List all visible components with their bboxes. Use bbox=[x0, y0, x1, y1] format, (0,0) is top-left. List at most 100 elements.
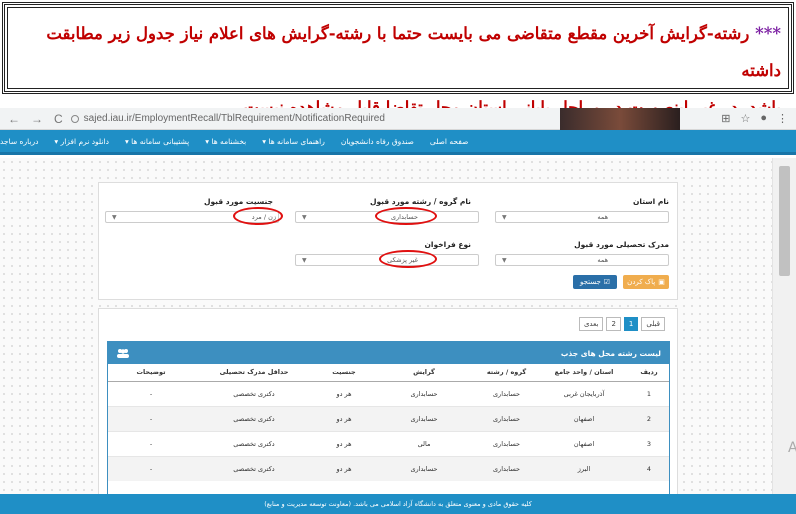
users-icon bbox=[116, 348, 130, 358]
table-row[interactable]: 4 البرز حسابداری حسابداری هر دو دکتری تخ… bbox=[108, 455, 669, 481]
results-panel: لیست رشته محل های جذب ردیف استان / واحد … bbox=[107, 341, 670, 511]
cell-row: 4 bbox=[629, 455, 669, 481]
province-label: نام استان bbox=[633, 197, 669, 206]
col-row: ردیف bbox=[629, 364, 669, 382]
menu-item-welfare[interactable]: صندوق رفاه دانشجویان bbox=[341, 137, 414, 146]
side-watermark: A bbox=[788, 440, 796, 456]
results-table: ردیف استان / واحد جامع گروه / رشته گرایش… bbox=[108, 364, 669, 481]
main-menu: صفحه اصلی صندوق رفاه دانشجویان راهنمای س… bbox=[0, 130, 796, 155]
cell-notes: - bbox=[108, 430, 194, 456]
forward-icon[interactable]: → bbox=[31, 112, 43, 126]
star-icon[interactable]: ☆ bbox=[740, 112, 750, 125]
cell-group: حسابداری bbox=[474, 405, 539, 431]
gender-select[interactable]: زن / مرد ▼ bbox=[105, 211, 279, 223]
gender-value: زن / مرد bbox=[251, 213, 276, 221]
page-content: نام استان همه ▼ نام گروه / رشته مورد قبو… bbox=[0, 158, 772, 511]
chevron-down-icon: ▼ bbox=[112, 213, 117, 221]
cell-row: 1 bbox=[629, 380, 669, 406]
menu-item-support[interactable]: پشتیبانی سامانه ها ▾ bbox=[125, 137, 189, 146]
chevron-down-icon: ▼ bbox=[302, 213, 307, 221]
col-province: استان / واحد جامع bbox=[539, 364, 629, 382]
cell-min-degree: دکتری تخصصی bbox=[194, 405, 314, 431]
instruction-note: *** رشته-گرایش آخرین مقطع متقاضی می بایس… bbox=[2, 2, 794, 117]
translate-icon[interactable]: ⊞ bbox=[721, 112, 730, 125]
group-label: نام گروه / رشته مورد قبول bbox=[369, 197, 471, 206]
pager-prev[interactable]: قبلی bbox=[641, 317, 665, 331]
results-container: قبلی 1 2 بعدی لیست رشته محل های جذب ردیف bbox=[98, 308, 678, 511]
cell-notes: - bbox=[108, 405, 194, 431]
cell-gender: هر دو bbox=[314, 455, 374, 481]
panel-header: لیست رشته محل های جذب bbox=[108, 342, 669, 364]
menu-icon[interactable]: ⋮ bbox=[777, 112, 788, 125]
address-bar[interactable]: sajed.iau.ir/EmploymentRecall/TblRequire… bbox=[84, 113, 385, 124]
cell-gender: هر دو bbox=[314, 405, 374, 431]
cell-notes: - bbox=[108, 455, 194, 481]
page-footer: کلیه حقوق مادی و معنوی متعلق به دانشگاه … bbox=[0, 494, 796, 514]
cell-province: آذربایجان غربی bbox=[539, 380, 629, 406]
call-type-label: نوع فراخوان bbox=[424, 240, 471, 249]
cell-min-degree: دکتری تخصصی bbox=[194, 455, 314, 481]
pager-page-1[interactable]: 1 bbox=[623, 317, 639, 331]
group-select[interactable]: حسابداری ▼ bbox=[295, 211, 479, 223]
browser-window: ← → C sajed.iau.ir/EmploymentRecall/TblR… bbox=[0, 108, 796, 514]
chevron-down-icon: ▼ bbox=[502, 256, 507, 264]
back-icon[interactable]: ← bbox=[8, 112, 20, 126]
check-icon: ☑ bbox=[603, 278, 611, 286]
cell-group: حسابداری bbox=[474, 430, 539, 456]
table-header-row: ردیف استان / واحد جامع گروه / رشته گرایش… bbox=[108, 364, 669, 382]
cell-min-degree: دکتری تخصصی bbox=[194, 430, 314, 456]
degree-select[interactable]: همه ▼ bbox=[495, 254, 669, 266]
cell-group: حسابداری bbox=[474, 380, 539, 406]
table-row[interactable]: 3 اصفهان حسابداری مالی هر دو دکتری تخصصی… bbox=[108, 430, 669, 456]
lock-icon bbox=[70, 114, 79, 123]
degree-value: همه bbox=[597, 256, 608, 264]
footer-text: کلیه حقوق مادی و معنوی متعلق به دانشگاه … bbox=[264, 500, 532, 508]
degree-label: مدرک تحصیلی مورد قبول bbox=[574, 240, 669, 249]
menu-item-about[interactable]: درباره ساجد bbox=[0, 137, 38, 146]
clear-button-label: پاک کردن bbox=[627, 278, 656, 286]
pagination: قبلی 1 2 بعدی bbox=[578, 317, 665, 331]
cell-orientation: حسابداری bbox=[374, 380, 474, 406]
call-type-select[interactable]: غیر پزشکی ▼ bbox=[295, 254, 479, 266]
cell-province: البرز bbox=[539, 455, 629, 481]
province-select[interactable]: همه ▼ bbox=[495, 211, 669, 223]
cell-orientation: حسابداری bbox=[374, 455, 474, 481]
cell-orientation: مالی bbox=[374, 430, 474, 456]
reload-icon[interactable]: C bbox=[54, 112, 63, 126]
pager-next[interactable]: بعدی bbox=[578, 317, 604, 331]
cell-notes: - bbox=[108, 380, 194, 406]
cell-province: اصفهان bbox=[539, 405, 629, 431]
eraser-icon: ▣ bbox=[658, 278, 665, 286]
cell-row: 2 bbox=[629, 405, 669, 431]
table-row[interactable]: 1 آذربایجان غربی حسابداری حسابداری هر دو… bbox=[108, 380, 669, 406]
cell-row: 3 bbox=[629, 430, 669, 456]
cell-group: حسابداری bbox=[474, 455, 539, 481]
menu-item-circulars[interactable]: بخشنامه ها ▾ bbox=[205, 137, 246, 146]
account-icon[interactable]: ● bbox=[760, 112, 767, 125]
scrollbar-thumb[interactable] bbox=[779, 166, 790, 276]
cell-min-degree: دکتری تخصصی bbox=[194, 380, 314, 406]
cell-gender: هر دو bbox=[314, 430, 374, 456]
site-header-banner bbox=[560, 108, 680, 130]
filter-form: نام استان همه ▼ نام گروه / رشته مورد قبو… bbox=[98, 182, 678, 300]
panel-title: لیست رشته محل های جذب bbox=[560, 348, 661, 358]
note-stars: *** bbox=[755, 24, 781, 43]
clear-button[interactable]: ▣ پاک کردن bbox=[623, 275, 669, 289]
menu-item-download[interactable]: دانلود نرم افزار ▾ bbox=[54, 137, 109, 146]
col-gender: جنسیت bbox=[314, 364, 374, 382]
col-min-degree: حداقل مدرک تحصیلی bbox=[194, 364, 314, 382]
menu-item-home[interactable]: صفحه اصلی bbox=[430, 137, 469, 146]
cell-province: اصفهان bbox=[539, 430, 629, 456]
group-value: حسابداری bbox=[390, 213, 418, 221]
search-button[interactable]: ☑ جستجو bbox=[573, 275, 617, 289]
pager-page-2[interactable]: 2 bbox=[606, 317, 621, 331]
gender-label: جنسیت مورد قبول bbox=[203, 197, 273, 206]
province-value: همه bbox=[597, 213, 608, 221]
menu-item-guides[interactable]: راهنمای سامانه ها ▾ bbox=[262, 137, 325, 146]
chevron-down-icon: ▼ bbox=[302, 256, 307, 264]
cell-gender: هر دو bbox=[314, 380, 374, 406]
table-row[interactable]: 2 اصفهان حسابداری حسابداری هر دو دکتری ت… bbox=[108, 405, 669, 431]
cell-orientation: حسابداری bbox=[374, 405, 474, 431]
col-group: گروه / رشته bbox=[474, 364, 539, 382]
col-orientation: گرایش bbox=[374, 364, 474, 382]
